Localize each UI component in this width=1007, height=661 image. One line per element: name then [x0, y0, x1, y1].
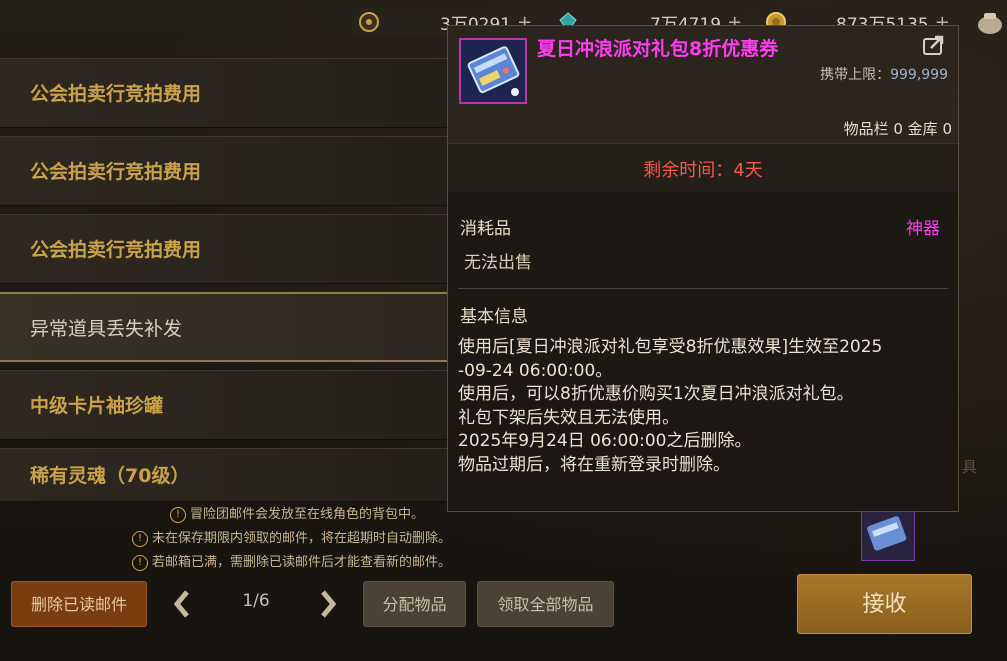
share-icon[interactable]	[922, 34, 946, 56]
warning-icon: !	[170, 506, 186, 523]
description-line: 使用后，可以8折优惠价购买1次夏日冲浪派对礼包。	[458, 384, 854, 404]
mail-item[interactable]: 稀有灵魂（70级）	[0, 448, 450, 502]
divider	[458, 288, 948, 289]
mail-item-label: 公会拍卖行竞拍费用	[30, 239, 202, 261]
coupon-item-icon	[459, 38, 527, 104]
notice-line: ! 冒险团邮件会发放至在线角色的背包中。	[170, 503, 424, 523]
description-line: 礼包下架后失效且无法使用。	[458, 407, 679, 428]
pouch-icon[interactable]	[975, 10, 1005, 36]
notice-line: ! 若邮箱已满，需删除已读邮件后才能查看新的邮件。	[132, 551, 451, 571]
remaining-time-row: 剩余时间：4天	[448, 143, 958, 192]
item-category: 消耗品	[460, 219, 511, 239]
warning-icon: !	[132, 530, 148, 547]
background-text: 具	[962, 458, 978, 476]
carry-limit: 携带上限：999,999	[820, 64, 948, 84]
receive-button[interactable]: 接收	[797, 574, 972, 634]
page-indicator: 1/6	[242, 591, 270, 611]
carry-limit-value: 999,999	[890, 67, 948, 83]
sellable-status: 无法出售	[464, 253, 532, 273]
chevron-left-icon	[173, 590, 189, 618]
take-all-button[interactable]: 领取全部物品	[477, 581, 614, 627]
target-coin-icon	[359, 12, 379, 32]
mail-item-label: 异常道具丢失补发	[30, 318, 183, 340]
mail-item-label: 稀有灵魂（70级）	[30, 465, 190, 487]
mail-item[interactable]: 公会拍卖行竞拍费用	[0, 136, 450, 206]
description-line: 物品过期后，将在重新登录时删除。	[458, 454, 730, 475]
attachment-slot[interactable]	[861, 507, 915, 561]
section-title: 基本信息	[460, 307, 528, 327]
remaining-time: 剩余时间：4天	[643, 160, 763, 181]
notice-line: ! 未在保存期限内领取的邮件，将在超期时自动删除。	[132, 527, 451, 547]
item-title: 夏日冲浪派对礼包8折优惠券	[537, 38, 779, 60]
assign-items-button[interactable]: 分配物品	[363, 581, 466, 627]
mail-item-label: 公会拍卖行竞拍费用	[30, 161, 202, 183]
prev-page-button[interactable]	[170, 586, 194, 622]
item-rarity: 神器	[906, 219, 940, 239]
item-description: 使用后[夏日冲浪派对礼包享受8折优惠效果]生效至2025 -09-24 06:0…	[458, 336, 952, 477]
description-line: 2025年9月24日 06:00:00之后删除。	[458, 431, 752, 451]
warning-icon: !	[132, 554, 148, 571]
item-tooltip: 夏日冲浪派对礼包8折优惠券 携带上限：999,999 物品栏 0 金库 0 剩余…	[447, 25, 959, 512]
storage-count: 物品栏 0 金库 0	[843, 120, 952, 138]
coupon-icon	[867, 516, 907, 551]
chevron-right-icon	[321, 590, 337, 618]
next-page-button[interactable]	[316, 586, 340, 622]
description-line: 使用后[夏日冲浪派对礼包享受8折优惠效果]生效至2025	[458, 337, 883, 357]
mail-item[interactable]: 公会拍卖行竞拍费用	[0, 214, 450, 284]
delete-read-button[interactable]: 删除已读邮件	[11, 581, 147, 627]
mail-item[interactable]: 公会拍卖行竞拍费用	[0, 58, 450, 128]
mail-item-selected[interactable]: 异常道具丢失补发	[0, 292, 450, 362]
mail-item[interactable]: 中级卡片袖珍罐	[0, 370, 450, 440]
mail-item-label: 公会拍卖行竞拍费用	[30, 83, 202, 105]
carry-limit-label: 携带上限：	[820, 67, 891, 83]
description-line: -09-24 06:00:00。	[458, 360, 613, 381]
mail-item-label: 中级卡片袖珍罐	[30, 395, 164, 417]
